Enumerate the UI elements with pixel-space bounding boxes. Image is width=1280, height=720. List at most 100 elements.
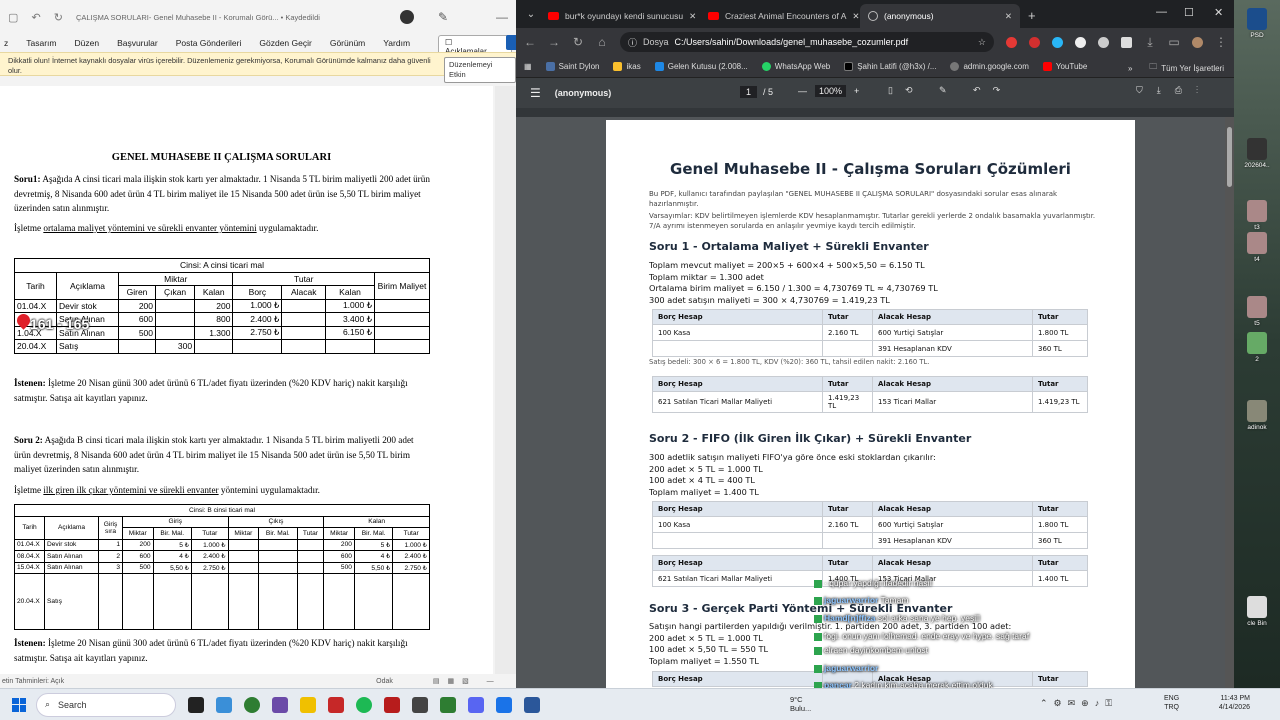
bookmark-item[interactable]: YouTube	[1042, 62, 1087, 71]
tab-youtube-1[interactable]: bur*k oyundayı kendi sunucusu ✕	[540, 4, 700, 28]
enable-editing-button[interactable]: Düzenlemeyi Etkin	[444, 57, 516, 83]
tab-youtube-2[interactable]: Craziest Animal Encounters of A ✕	[700, 4, 860, 28]
word-icon[interactable]	[524, 696, 540, 713]
ribbon-tab-design[interactable]: Tasarım	[26, 38, 56, 48]
extension-icon[interactable]	[1029, 36, 1040, 48]
all-bookmarks[interactable]: » 🗀 Tüm Yer İşaretleri	[1128, 61, 1224, 75]
desktop-icon-label: t4	[1254, 256, 1260, 263]
file-explorer-icon[interactable]	[300, 696, 316, 713]
chat-badge-icon	[814, 596, 822, 605]
pdf-tools-icons[interactable]: ▯⟲ ✎ ↶↷	[888, 85, 1012, 96]
page-number-input[interactable]: 1	[740, 86, 758, 98]
bookmark-item[interactable]: WhatsApp Web	[761, 62, 830, 71]
download-icon[interactable]: ⤓	[1144, 35, 1156, 50]
ribbon-tab-mailings[interactable]: Posta Gönderileri	[176, 38, 242, 48]
bookmark-item[interactable]: admin.google.com	[950, 62, 1029, 71]
menu-icon[interactable]: ☰	[530, 86, 541, 100]
app-icon[interactable]	[496, 696, 512, 713]
col-header: Giriş sıra	[98, 515, 123, 540]
spotify-icon[interactable]	[356, 696, 372, 713]
document-page[interactable]: GENEL MUHASEBE II ÇALIŞMA SORULARI Soru1…	[0, 86, 493, 674]
minimize-icon[interactable]: —	[1156, 6, 1167, 18]
extension-icon[interactable]	[1075, 36, 1086, 48]
desktop-icon[interactable]: 202604..	[1239, 138, 1275, 169]
desktop-icon[interactable]: PSD	[1239, 8, 1275, 39]
quick-access-icons[interactable]: ▢ ↶ ↻	[8, 11, 68, 24]
ribbon-tab-review[interactable]: Gözden Geçir	[259, 38, 311, 48]
windows-start-icon[interactable]	[12, 697, 26, 712]
ribbon-tab-references[interactable]: Başvurular	[117, 38, 158, 48]
ribbon-tab-view[interactable]: Görünüm	[330, 38, 365, 48]
app-icon[interactable]	[384, 696, 400, 713]
split-view-icon[interactable]: ▭	[1168, 35, 1180, 49]
app-icon[interactable]	[412, 696, 428, 713]
close-tab-icon[interactable]: ✕	[852, 11, 859, 22]
desktop-icon[interactable]: cle Bin	[1239, 596, 1275, 627]
language-indicator[interactable]: ENG TRQ	[1164, 694, 1179, 712]
share-button[interactable]	[506, 35, 516, 50]
clock[interactable]: 11:43 PM 4/14/2026	[1206, 694, 1250, 712]
forward-icon[interactable]: →	[548, 35, 560, 49]
ribbon-tab-layout[interactable]: Düzen	[74, 38, 99, 48]
close-tab-icon[interactable]: ✕	[1005, 11, 1012, 22]
pen-icon[interactable]: ✎	[438, 10, 448, 24]
bookmark-item[interactable]: ikas	[613, 62, 641, 71]
task-view-icon[interactable]	[188, 696, 204, 713]
bookmark-item[interactable]: Şahin Latifi (@h3x) /...	[844, 62, 936, 71]
view-mode-icons[interactable]: ▤▦▧ —	[433, 677, 502, 685]
bookmark-item[interactable]: Gelen Kutusu (2.008...	[654, 62, 748, 71]
avatar[interactable]	[399, 10, 414, 24]
chrome-menu-icon[interactable]: ⋮	[1215, 35, 1227, 49]
tab-search-icon[interactable]: ⌄	[522, 6, 540, 24]
weather-widget[interactable]: 9°C Bulu...	[790, 695, 811, 713]
maximize-icon[interactable]: ☐	[1184, 6, 1194, 19]
apps-grid-icon[interactable]: ▦	[524, 62, 532, 71]
profile-avatar[interactable]	[1192, 36, 1203, 48]
info-icon[interactable]: ⓘ	[628, 36, 637, 49]
ribbon-tab-file[interactable]: z	[4, 38, 8, 48]
close-window-icon[interactable]: ✕	[1214, 6, 1223, 19]
tab-pdf[interactable]: (anonymous) ✕	[860, 4, 1020, 28]
omnibox[interactable]: ⓘ Dosya C:/Users/sahin/Downloads/genel_m…	[620, 32, 994, 52]
word-scrollbar[interactable]	[495, 86, 516, 674]
zoom-out-icon[interactable]: —	[798, 86, 807, 96]
close-tab-icon[interactable]: ✕	[689, 11, 696, 22]
ribbon-tab-help[interactable]: Yardım	[383, 38, 410, 48]
app-icon[interactable]	[328, 696, 344, 713]
minimize-icon[interactable]: —	[496, 10, 508, 24]
text-predictions-status[interactable]: etin Tahminleri: Açık	[2, 678, 64, 685]
app-icon[interactable]	[272, 696, 288, 713]
focus-button[interactable]: Odak	[376, 678, 393, 685]
system-tray-icons[interactable]: ⌃⚙✉⊕♪⚿	[1040, 698, 1118, 709]
extensions-puzzle-icon[interactable]	[1121, 36, 1132, 48]
desktop-icon[interactable]: t4	[1239, 232, 1275, 263]
extension-icon[interactable]	[1006, 36, 1017, 48]
taskbar-search[interactable]: ⌕ Search	[36, 692, 176, 717]
back-icon[interactable]: ←	[524, 35, 536, 49]
url-text[interactable]: C:/Users/sahin/Downloads/genel_muhasebe_…	[675, 37, 909, 47]
reload-icon[interactable]: ↻	[572, 35, 584, 49]
home-icon[interactable]: ⌂	[596, 35, 608, 49]
copilot-icon[interactable]	[216, 696, 232, 713]
extension-icon[interactable]	[1052, 36, 1063, 48]
table-cell: Satış	[56, 339, 119, 354]
bookmark-star-icon[interactable]: ☆	[978, 37, 986, 48]
discord-icon[interactable]	[468, 696, 484, 713]
question-2-method: İşletme ilk giren ilk çıkar yöntemini ve…	[14, 483, 432, 498]
pdf-actions-icons[interactable]: ⛉⤓⎙⋮	[1136, 85, 1212, 96]
desktop-icon[interactable]: t5	[1239, 296, 1275, 327]
desktop-icon[interactable]: t3	[1239, 200, 1275, 231]
table-cell	[374, 312, 430, 327]
desktop-icon[interactable]: adinok	[1239, 400, 1275, 431]
table-cell: 800	[194, 312, 234, 327]
zoom-input[interactable]: 100%	[815, 85, 847, 97]
chrome-icon[interactable]	[244, 696, 260, 713]
extension-icon[interactable]	[1098, 36, 1109, 48]
bookmark-item[interactable]: Saint Dylon	[545, 62, 599, 71]
scroll-thumb[interactable]	[1227, 127, 1232, 187]
pdf-scrollbar[interactable]	[1225, 117, 1234, 688]
zoom-in-icon[interactable]: +	[854, 86, 859, 96]
desktop-icon[interactable]: 2	[1239, 332, 1275, 363]
excel-icon[interactable]	[440, 696, 456, 713]
new-tab-button[interactable]: +	[1028, 8, 1036, 23]
